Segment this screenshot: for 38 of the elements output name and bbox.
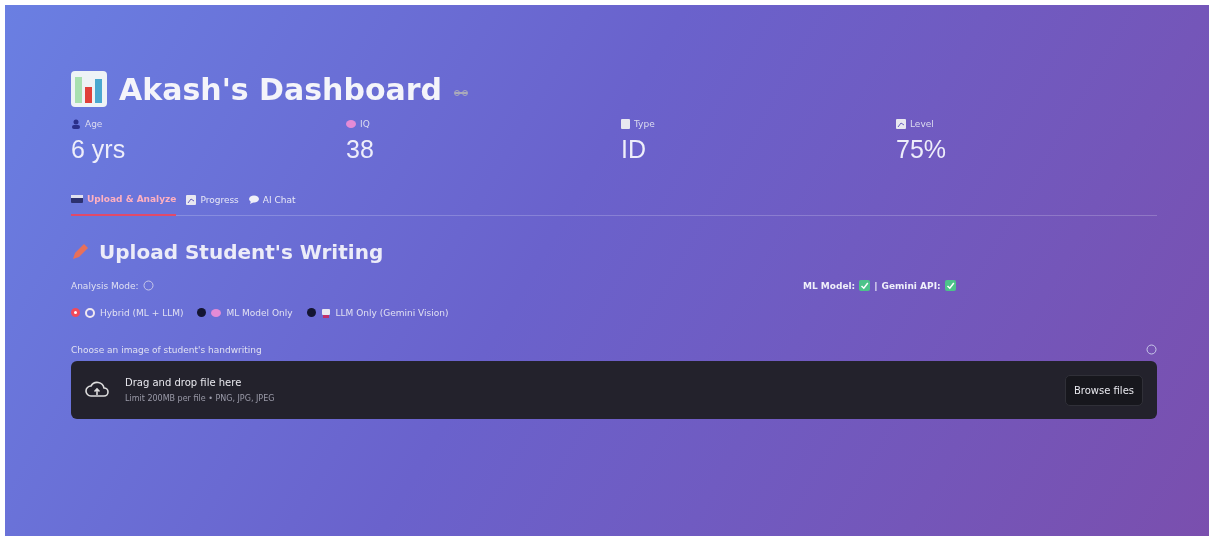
metric-value: 38 [346, 135, 375, 164]
radio-label: LLM Only (Gemini Vision) [335, 307, 449, 318]
help-icon [142, 280, 154, 291]
radio-button[interactable] [306, 308, 316, 317]
radio-button[interactable] [71, 308, 80, 317]
metric-label: Type [634, 119, 655, 129]
radio-button[interactable] [197, 308, 207, 317]
tab[interactable]: Upload & Analyze [71, 190, 177, 216]
metric-label: Age [85, 119, 103, 129]
dropzone-hint: Limit 200MB per file • PNG, JPG, JPEG [125, 394, 276, 403]
tab[interactable]: Progress [186, 190, 239, 215]
person-icon [71, 119, 81, 129]
mode-label: Analysis Mode: [71, 280, 139, 291]
cloud-upload-icon [85, 380, 109, 400]
link-icon [454, 89, 469, 97]
metric-label: Level [910, 119, 934, 129]
uploader-label: Choose an image of student's handwriting [71, 344, 262, 355]
dropzone[interactable]: Drag and drop file here Limit 200MB per file • PNG, JPG, JPEG Browse files [71, 361, 1157, 419]
section-title: Upload Student's Writing [99, 240, 384, 264]
metric-label: IQ [360, 119, 370, 129]
radio-label: ML Model Only [226, 307, 293, 318]
metric-value: 75% [896, 135, 948, 164]
dropzone-title: Drag and drop file here [125, 377, 243, 388]
radio-label: Hybrid (ML + LLM) [100, 307, 184, 318]
pencil-icon [71, 243, 89, 261]
tab[interactable]: AI Chat [248, 190, 296, 215]
dashboard-title: Akash's Dashboard [119, 71, 443, 107]
chart-icon [896, 119, 906, 129]
metric-value: ID [621, 135, 647, 164]
status-label: Gemini API: [881, 280, 941, 291]
chart-icon [186, 194, 197, 205]
speech-bubble-icon [248, 195, 259, 204]
status-label: ML Model: [803, 280, 856, 291]
browse-button[interactable]: Browse files [1064, 374, 1143, 406]
metric-value: 6 yrs [71, 135, 127, 164]
bar-chart-icon [71, 71, 107, 107]
separator: | [874, 280, 878, 291]
help-icon [1146, 344, 1157, 355]
